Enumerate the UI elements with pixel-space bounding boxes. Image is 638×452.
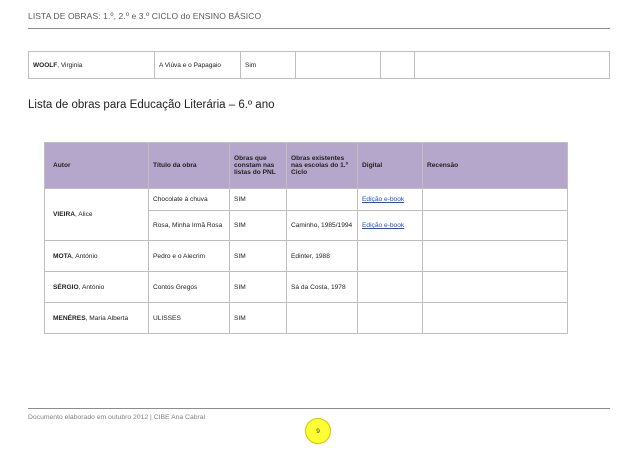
ebook-link[interactable]: Edição e-book xyxy=(362,196,404,203)
author-given-name: , António xyxy=(71,252,98,260)
author-surname: MOTA xyxy=(53,252,72,260)
title-cell: Pedro e o Alecrim xyxy=(148,240,230,272)
digital-cell xyxy=(357,302,423,334)
author-cell: MOTA, António xyxy=(44,240,149,272)
table-row: SÉRGIO, António Contos Gregos SIM Sá da … xyxy=(44,271,568,303)
author-given-name: , Alice xyxy=(74,211,93,218)
title-cell: Contos Gregos xyxy=(148,271,230,303)
review-cell xyxy=(422,240,568,272)
col-header-titulo: Título da obra xyxy=(148,142,230,189)
author-cell: WOOLF, Virginia xyxy=(28,51,155,79)
col-header-autor: Autor xyxy=(44,142,149,189)
author-cell: MENÉRES, Maria Alberta xyxy=(44,302,149,334)
table-header-row: Autor Título da obra Obras que constam n… xyxy=(44,142,568,189)
col-header-existentes: Obras existentes nas escolas do 1.º Cicl… xyxy=(286,142,358,189)
review-cell xyxy=(422,271,568,303)
pnl-cell: SIM xyxy=(229,240,287,272)
existing-cell: Caminho, 1985/1994 xyxy=(286,210,358,241)
table-row: VIEIRA, Alice Chocolate à chuva SIM Ediç… xyxy=(44,188,568,241)
title-cell: ULISSES xyxy=(148,302,230,334)
title-cell: Chocolate à chuva xyxy=(148,188,230,211)
section-title: Lista de obras para Educação Literária –… xyxy=(28,99,275,111)
author-surname: SÉRGIO xyxy=(53,283,79,291)
author-surname: MENÉRES xyxy=(53,314,86,322)
title-cell: A Viúva e o Papagaio xyxy=(154,51,241,79)
pnl-cell: SIM xyxy=(229,302,287,334)
author-given-name: , António xyxy=(78,283,105,291)
digital-cell: Edição e-book xyxy=(357,210,423,241)
col-header-recensao: Recensão xyxy=(422,142,568,189)
col-header-pnl: Obras que constam nas listas do PNL xyxy=(229,142,287,189)
author-cell: VIEIRA, Alice xyxy=(44,188,149,241)
existing-cell xyxy=(286,302,358,334)
pnl-cell: SIM xyxy=(229,210,287,241)
existing-cell: Edinter, 1988 xyxy=(286,240,358,272)
footer-text: Documento elaborado em outubro 2012 | CI… xyxy=(28,414,206,421)
table-row: MOTA, António Pedro e o Alecrim SIM Edin… xyxy=(44,240,568,272)
works-table: Autor Título da obra Obras que constam n… xyxy=(44,142,568,334)
previous-works-table: WOOLF, Virginia A Viúva e o Papagaio Sim xyxy=(28,51,610,79)
header-rule xyxy=(28,28,610,29)
review-cell xyxy=(414,51,610,79)
table-row: WOOLF, Virginia A Viúva e o Papagaio Sim xyxy=(28,51,610,79)
author-given-name: , Virginia xyxy=(57,61,83,69)
ebook-link[interactable]: Edição e-book xyxy=(362,222,404,229)
page-header-title: LISTA DE OBRAS: 1.º, 2.º e 3.º CICLO do … xyxy=(28,11,262,21)
page-number-badge: 9 xyxy=(305,418,331,444)
footer-rule xyxy=(28,408,610,409)
existing-cell xyxy=(295,51,381,79)
review-cell xyxy=(422,302,568,334)
author-surname: WOOLF xyxy=(33,61,58,69)
pnl-cell: Sim xyxy=(240,51,296,79)
col-header-digital: Digital xyxy=(357,142,423,189)
author-given-name: , Maria Alberta xyxy=(85,314,129,322)
digital-cell xyxy=(357,240,423,272)
review-cell xyxy=(422,210,568,241)
table-row: MENÉRES, Maria Alberta ULISSES SIM xyxy=(44,302,568,334)
existing-cell: Sá da Costa, 1978 xyxy=(286,271,358,303)
title-cell: Rosa, Minha Irmã Rosa xyxy=(148,210,230,241)
author-surname: VIEIRA xyxy=(53,211,75,218)
digital-cell: Edição e-book xyxy=(357,188,423,211)
author-cell: SÉRGIO, António xyxy=(44,271,149,303)
review-cell xyxy=(422,188,568,211)
pnl-cell: SIM xyxy=(229,188,287,211)
existing-cell xyxy=(286,188,358,211)
pnl-cell: SIM xyxy=(229,271,287,303)
digital-cell xyxy=(357,271,423,303)
digital-cell xyxy=(380,51,415,79)
